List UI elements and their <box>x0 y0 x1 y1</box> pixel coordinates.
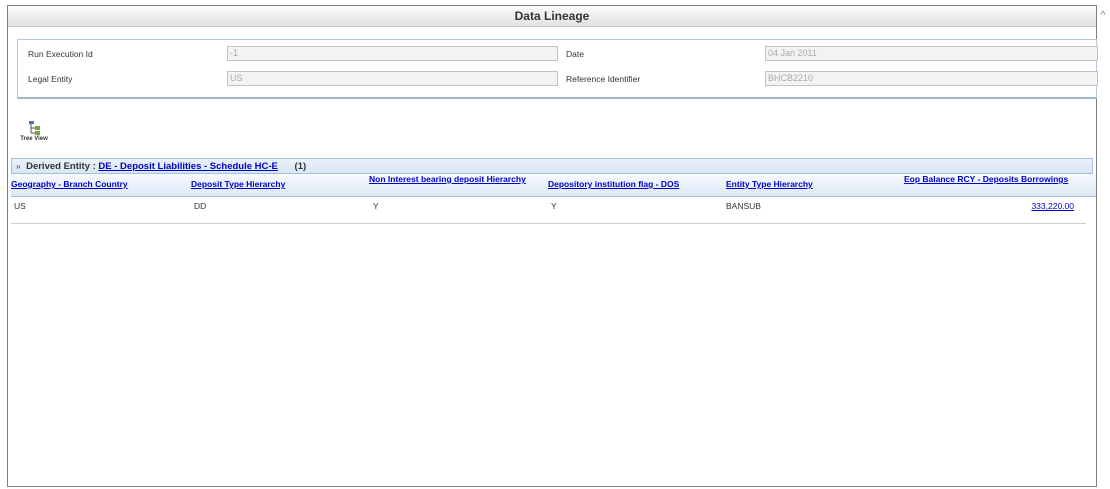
cell-depository-flag: Y <box>551 201 557 211</box>
column-header-entity-type[interactable]: Entity Type Hierarchy <box>726 180 813 189</box>
cell-eop-balance[interactable]: 333,220.00 <box>1031 201 1074 211</box>
legal-entity-field[interactable]: US <box>227 71 558 86</box>
scroll-up-icon[interactable]: ^ <box>1097 10 1109 22</box>
grid-prefix: Derived Entity : <box>26 161 96 172</box>
entity-link[interactable]: DE - Deposit Liabilities - Schedule HC-E <box>98 161 277 172</box>
window-title: Data Lineage <box>8 6 1096 27</box>
expand-chevron-icon[interactable]: » <box>16 162 20 171</box>
derived-entity-grid: » Derived Entity : DE - Deposit Liabilit… <box>8 158 1096 224</box>
cell-entity-type: BANSUB <box>726 201 761 211</box>
date-field[interactable]: 04 Jan 2011 <box>765 46 1098 61</box>
table-row: US DD Y Y BANSUB 333,220.00 <box>11 197 1096 213</box>
column-header-row: Geography - Branch Country Deposit Type … <box>11 174 1096 197</box>
tree-view-icon <box>29 121 40 135</box>
data-lineage-window: Data Lineage ^ Run Execution Id -1 Date … <box>7 5 1105 487</box>
run-execution-id-field[interactable]: -1 <box>227 46 558 61</box>
reference-identifier-label: Reference Identifier <box>566 74 641 84</box>
params-row-1: Run Execution Id -1 Date 04 Jan 2011 <box>18 42 1098 66</box>
column-header-deposit-type[interactable]: Deposit Type Hierarchy <box>191 180 285 189</box>
legal-entity-label: Legal Entity <box>28 74 73 84</box>
tree-view-label: Tree View <box>20 136 48 142</box>
cell-deposit-type: DD <box>194 201 207 211</box>
parameters-panel: Run Execution Id -1 Date 04 Jan 2011 Leg… <box>17 39 1098 99</box>
row-divider <box>11 223 1086 224</box>
row-count: (1) <box>294 161 307 172</box>
params-row-2: Legal Entity US Reference Identifier BHC… <box>18 67 1098 91</box>
reference-identifier-field[interactable]: BHCB2210 <box>765 71 1098 86</box>
column-header-eop-balance[interactable]: Eop Balance RCY - Deposits Borrowings <box>904 175 1084 184</box>
tree-view-button[interactable]: Tree View <box>19 120 49 150</box>
date-label: Date <box>566 49 584 59</box>
grid-header: » Derived Entity : DE - Deposit Liabilit… <box>11 158 1093 174</box>
column-header-non-interest[interactable]: Non Interest bearing deposit Hierarchy <box>369 175 539 184</box>
column-header-depository-flag[interactable]: Depository institution flag - DOS <box>548 180 679 189</box>
run-execution-id-label: Run Execution Id <box>28 49 93 59</box>
cell-non-interest: Y <box>373 201 379 211</box>
column-header-geography[interactable]: Geography - Branch Country <box>11 180 128 189</box>
cell-geography: US <box>14 201 26 211</box>
